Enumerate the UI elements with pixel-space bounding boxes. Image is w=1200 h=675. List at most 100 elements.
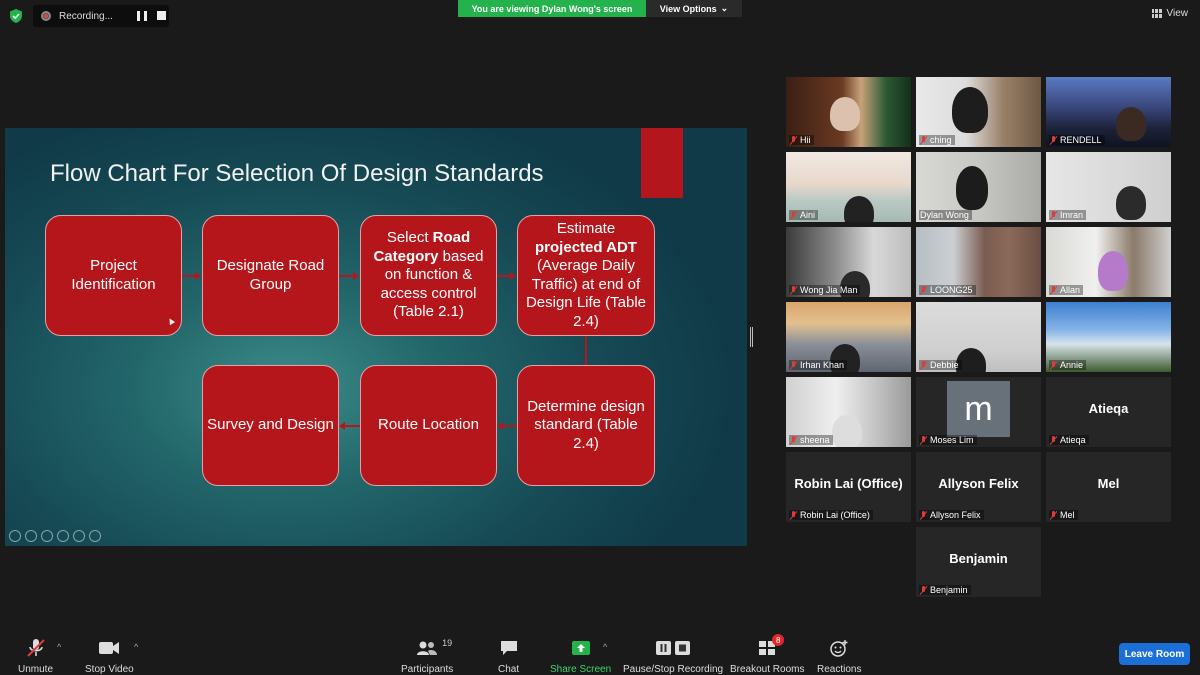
view-button[interactable]: View [1151,8,1189,19]
participants-label: Participants [401,664,454,675]
video-tile-atieqa[interactable]: Atieqa Atieqa [1046,377,1171,447]
share-screen-label: Share Screen [550,664,612,675]
stop-video-label: Stop Video [85,664,134,675]
flow-arrow [182,275,196,277]
arrowhead-icon [497,422,503,430]
mic-muted-icon [1050,360,1057,370]
video-tile-ching[interactable]: ching [916,77,1041,147]
video-tile-rendell[interactable]: RENDELL [1046,77,1171,147]
slides-icon[interactable] [57,530,69,542]
participant-video [1098,251,1128,291]
flow-arrow [339,275,354,277]
video-tile-annie[interactable]: Annie [1046,302,1171,372]
mic-muted-icon [1050,135,1057,145]
video-tile-mel[interactable]: Mel Mel [1046,452,1171,522]
breakout-rooms-button[interactable]: 8 Breakout Rooms [730,634,805,675]
video-tile-benjamin[interactable]: Benjamin Benjamin [916,527,1041,597]
view-label: View [1166,8,1189,19]
stop-video-button[interactable]: Stop Video [85,638,134,675]
arrowhead-icon [510,272,516,280]
flow-box-text: Route Location [378,416,479,434]
participant-name-label: ching [919,135,955,145]
arrowhead-icon [339,422,345,430]
participant-display-name: Mel [1097,476,1120,491]
pen-icon[interactable] [41,530,53,542]
video-tile-hii[interactable]: Hii [786,77,911,147]
video-tile-imran[interactable]: Imran [1046,152,1171,222]
slide-title: Flow Chart For Selection Of Design Stand… [50,160,544,187]
participant-display-name: Allyson Felix [938,476,1019,491]
flow-box-text: Estimate projected ADT (Average Daily Tr… [525,220,647,330]
flow-box-text: Project Identification [71,257,156,293]
share-screen-button[interactable]: Share Screen [550,638,611,675]
pause-recording-icon[interactable] [137,11,147,21]
reactions-button[interactable]: Reactions [817,638,861,675]
mic-muted-icon [920,510,927,520]
flow-box-determine-design-standard: Determine design standard (Table 2.4) [517,365,655,486]
video-tile-irhan-khan[interactable]: Irhan Khan [786,302,911,372]
mic-muted-icon [790,285,797,295]
panel-resize-handle[interactable] [750,327,753,347]
unmute-button[interactable]: Unmute [18,638,53,675]
chat-label: Chat [498,664,520,675]
video-tile-dylan-wong[interactable]: Dylan Wong [916,152,1041,222]
pause-stop-recording-button[interactable]: Pause/Stop Recording [623,638,723,675]
audio-options-caret-icon[interactable]: ^ [57,642,61,652]
avatar: m [947,381,1010,437]
participant-display-name: Robin Lai (Office) [794,476,903,491]
video-tile-moses-lim[interactable]: m Moses Lim [916,377,1041,447]
share-options-caret-icon[interactable]: ^ [603,642,607,652]
video-options-caret-icon[interactable]: ^ [134,642,138,652]
breakout-rooms-label: Breakout Rooms [730,664,805,675]
participant-video [952,87,988,133]
video-tile-loong25[interactable]: LOONG25 [916,227,1041,297]
chat-button[interactable]: Chat [498,638,519,675]
mic-muted-icon [1050,210,1057,220]
video-tile-aini[interactable]: Aini [786,152,911,222]
shared-screen[interactable]: Flow Chart For Selection Of Design Stand… [5,128,747,546]
zoom-icon[interactable] [73,530,85,542]
mic-muted-icon [920,285,927,295]
mic-muted-icon [1050,510,1057,520]
participant-name-label: Wong Jia Man [789,285,861,295]
chevron-down-icon: ⌄ [720,3,729,13]
participant-name-label: Benjamin [919,585,971,595]
previous-slide-icon[interactable] [9,530,21,542]
video-tile-allan[interactable]: Allan [1046,227,1171,297]
video-tile-sheena[interactable]: sheena [786,377,911,447]
leave-room-button[interactable]: Leave Room [1119,643,1190,665]
recording-dot-icon [41,11,51,21]
participant-video [830,97,860,131]
flow-box-text: Designate Road Group [216,257,325,293]
flow-box-text: Select Road Category based on function &… [373,229,484,321]
video-tile-allyson-felix[interactable]: Allyson Felix Allyson Felix [916,452,1041,522]
participant-video [956,166,988,210]
mic-muted-icon [920,585,927,595]
more-icon[interactable] [89,530,101,542]
chat-bubble-icon [499,638,519,658]
mic-muted-icon [1050,285,1057,295]
next-slide-icon[interactable] [25,530,37,542]
flow-box-text: Survey and Design [207,416,334,434]
participant-display-name: Benjamin [949,551,1008,566]
view-options-button[interactable]: View Options ⌄ [646,0,742,17]
video-tile-debbie[interactable]: Debbie [916,302,1041,372]
breakout-rooms-icon: 8 [758,634,785,658]
mic-muted-icon [790,510,797,520]
zoom-meeting-window: Recording... You are viewing Dylan Wong'… [0,0,1200,675]
arrowhead-icon [195,272,201,280]
shield-icon[interactable] [9,9,23,23]
recording-label: Recording... [59,10,113,22]
flow-arrow [497,275,511,277]
video-tile-robin-lai[interactable]: Robin Lai (Office) Robin Lai (Office) [786,452,911,522]
video-camera-icon [98,638,120,658]
pause-stop-icon [655,638,691,658]
mic-muted-icon [1050,435,1057,445]
mic-muted-icon [920,135,927,145]
participants-button[interactable]: 19 Participants [401,638,453,675]
participant-name-label: Hii [789,135,814,145]
microphone-muted-icon [25,638,47,658]
video-tile-wong-jia-man[interactable]: Wong Jia Man [786,227,911,297]
mic-muted-icon [790,435,797,445]
stop-recording-icon[interactable] [157,11,166,20]
